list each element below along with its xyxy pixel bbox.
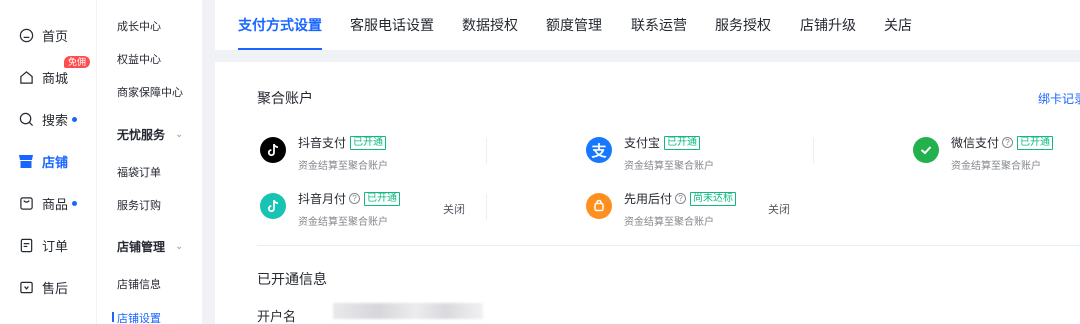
search-icon bbox=[18, 111, 34, 127]
store-icon bbox=[18, 153, 34, 169]
status-badge: 已开通 bbox=[1017, 135, 1054, 150]
tab-contact-operations[interactable]: 联系运营 bbox=[631, 15, 687, 35]
storefront-icon bbox=[18, 69, 34, 85]
douyin-logo-icon bbox=[260, 137, 286, 163]
payment-douyin-monthly: 抖音月付 ? 已开通 资金结算至聚合账户 bbox=[260, 190, 401, 228]
close-douyin-monthly-button[interactable]: 关闭 bbox=[443, 201, 465, 217]
chevron-down-icon: ⌄ bbox=[175, 129, 184, 140]
nav2-group-store[interactable]: 店铺管理 ⌄ bbox=[117, 238, 183, 255]
nav2-store-info[interactable]: 店铺信息 bbox=[117, 276, 161, 292]
secondary-nav: 成长中心 权益中心 商家保障中心 无忧服务 ⌄ 福袋订单 服务订购 店铺管理 ⌄… bbox=[96, 0, 202, 324]
divider bbox=[813, 138, 814, 164]
alipay-logo-icon: 支 bbox=[586, 137, 612, 163]
nav2-service-orders[interactable]: 服务订购 bbox=[117, 197, 161, 213]
tab-customer-phone[interactable]: 客服电话设置 bbox=[350, 15, 434, 35]
nav2-lucky-bag-orders[interactable]: 福袋订单 bbox=[117, 164, 161, 180]
payment-wechat: 微信支付 ? 已开通 资金结算至聚合账户 bbox=[913, 134, 1054, 172]
nav-item-after-sales-label: 售后 bbox=[42, 280, 69, 296]
home-icon bbox=[18, 27, 34, 43]
status-badge: 已开通 bbox=[350, 135, 387, 150]
tab-close-store[interactable]: 关店 bbox=[884, 15, 912, 35]
commission-free-badge: 免佣 bbox=[64, 56, 90, 68]
tab-quota-management[interactable]: 额度管理 bbox=[546, 15, 602, 35]
douyin-monthly-name: 抖音月付 bbox=[298, 192, 347, 206]
nav-item-store[interactable]: 店铺 bbox=[6, 144, 90, 178]
nav2-group-worryfree[interactable]: 无忧服务 ⌄ bbox=[117, 126, 183, 143]
nav-item-products-label: 商品 bbox=[42, 196, 69, 212]
nav-item-store-label: 店铺 bbox=[42, 154, 69, 170]
nav2-rights-center[interactable]: 权益中心 bbox=[117, 51, 161, 67]
divider bbox=[486, 194, 487, 220]
douyin-monthly-desc: 资金结算至聚合账户 bbox=[298, 217, 388, 228]
payment-settings-panel: 聚合账户 绑卡记录 抖音支付 已开通 资金结算至聚合账户 支 支付宝 已开通 资… bbox=[215, 62, 1080, 324]
tab-payment-settings[interactable]: 支付方式设置 bbox=[238, 15, 322, 50]
wechat-pay-name: 微信支付 bbox=[951, 136, 1000, 150]
nav2-group-store-label: 店铺管理 bbox=[117, 240, 166, 254]
nav-item-search[interactable]: 搜索 bbox=[6, 102, 90, 136]
pay-later-logo-icon bbox=[586, 193, 612, 219]
wechat-pay-desc: 资金结算至聚合账户 bbox=[951, 161, 1041, 172]
account-name-value-redacted bbox=[333, 303, 483, 319]
close-pay-later-button[interactable]: 关闭 bbox=[768, 201, 790, 217]
after-sales-icon bbox=[18, 279, 34, 295]
pay-later-name: 先用后付 bbox=[624, 192, 673, 206]
help-icon[interactable]: ? bbox=[1002, 137, 1014, 148]
settings-tabs: 支付方式设置 客服电话设置 数据授权 额度管理 联系运营 服务授权 店铺升级 关… bbox=[215, 0, 1080, 50]
payment-pay-later: 先用后付 ? 尚未达标 资金结算至聚合账户 bbox=[586, 190, 737, 228]
nav-item-search-label: 搜索 bbox=[42, 112, 69, 128]
douyin-pay-desc: 资金结算至聚合账户 bbox=[298, 161, 388, 172]
nav-item-mall-label: 商城 bbox=[42, 70, 69, 86]
nav-item-orders[interactable]: 订单 bbox=[6, 228, 90, 262]
help-icon[interactable]: ? bbox=[675, 193, 687, 204]
new-dot bbox=[72, 200, 78, 206]
pay-later-desc: 资金结算至聚合账户 bbox=[624, 217, 714, 228]
nav-item-products[interactable]: 商品 bbox=[6, 186, 90, 220]
nav2-guarantee-center[interactable]: 商家保障中心 bbox=[117, 84, 183, 100]
primary-nav: 首页 商城 免佣 搜索 店铺 商品 订单 售后 bbox=[0, 0, 96, 324]
status-badge: 已开通 bbox=[664, 135, 701, 150]
nav2-group-worryfree-label: 无忧服务 bbox=[117, 128, 166, 142]
order-icon bbox=[18, 237, 34, 253]
nav2-store-settings[interactable]: 店铺设置 bbox=[112, 310, 161, 324]
status-badge: 已开通 bbox=[364, 191, 401, 206]
help-icon[interactable]: ? bbox=[349, 193, 361, 204]
status-badge: 尚未达标 bbox=[690, 191, 737, 206]
product-icon bbox=[18, 195, 34, 211]
tab-service-authorization[interactable]: 服务授权 bbox=[715, 15, 771, 35]
divider bbox=[257, 245, 1080, 246]
nav-item-orders-label: 订单 bbox=[42, 238, 69, 254]
douyin-pay-name: 抖音支付 bbox=[298, 136, 347, 150]
alipay-name: 支付宝 bbox=[624, 136, 661, 150]
chevron-down-icon: ⌄ bbox=[175, 241, 184, 252]
douyin-monthly-logo-icon bbox=[260, 193, 286, 219]
nav-item-after-sales[interactable]: 售后 bbox=[6, 270, 90, 304]
nav2-growth-center[interactable]: 成长中心 bbox=[117, 18, 161, 34]
payment-douyin: 抖音支付 已开通 资金结算至聚合账户 bbox=[260, 134, 388, 172]
account-name-label: 开户名 bbox=[257, 309, 297, 324]
nav-item-mall[interactable]: 商城 免佣 bbox=[6, 56, 90, 94]
payment-alipay: 支 支付宝 已开通 资金结算至聚合账户 bbox=[586, 134, 714, 172]
wechat-pay-logo-icon bbox=[913, 137, 939, 163]
opened-info-title: 已开通信息 bbox=[257, 271, 327, 287]
alipay-desc: 资金结算至聚合账户 bbox=[624, 161, 714, 172]
aggregate-account-title: 聚合账户 bbox=[257, 90, 313, 106]
tab-store-upgrade[interactable]: 店铺升级 bbox=[800, 15, 856, 35]
new-dot bbox=[72, 116, 78, 122]
divider bbox=[486, 138, 487, 164]
nav-item-home-label: 首页 bbox=[42, 28, 69, 44]
tab-data-authorization[interactable]: 数据授权 bbox=[462, 15, 518, 35]
bind-card-record-link[interactable]: 绑卡记录 bbox=[1038, 90, 1080, 107]
nav-item-home[interactable]: 首页 bbox=[6, 18, 90, 52]
